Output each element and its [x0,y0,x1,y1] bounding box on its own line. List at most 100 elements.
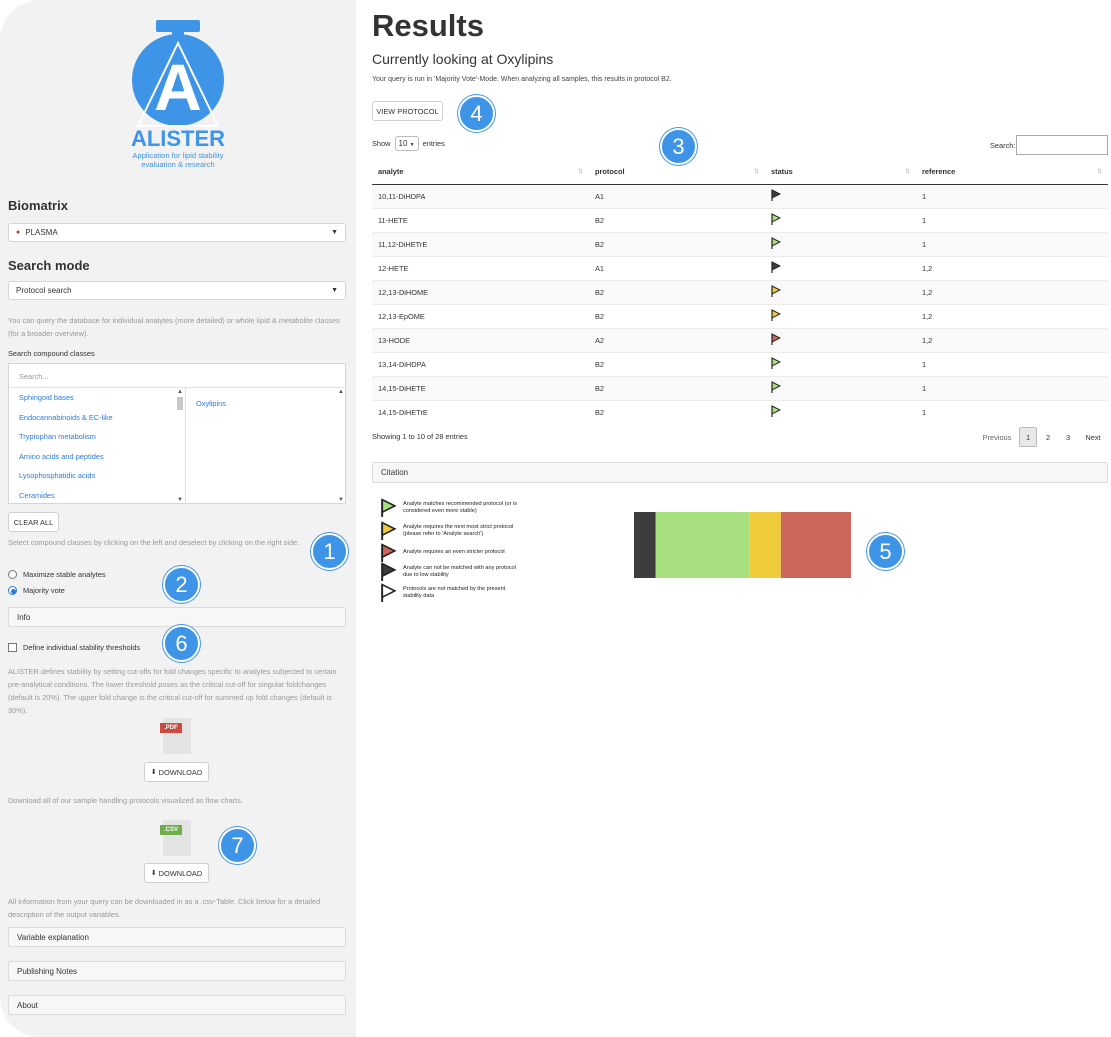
right-list-scrollbar[interactable]: ▲ ▼ [337,388,345,504]
scroll-up-icon[interactable]: ▲ [338,389,344,395]
search-mode-value: Protocol search [16,286,72,295]
table-search-input[interactable] [1016,135,1108,155]
csv-download-button[interactable]: ⬇ DOWNLOAD [144,863,209,883]
table-row[interactable]: 12,13-DiHOME B2 1,2 [372,279,1108,304]
table-row[interactable]: 11,12-DiHETrE B2 1 [372,231,1108,256]
entries-select[interactable]: 10 ▼ [394,136,419,151]
citation-panel[interactable]: Citation [372,462,1108,483]
download-icon: ⬇ [150,769,157,776]
marker-7: 7 [219,827,256,864]
class-item[interactable]: Tryptophan metabolism [9,427,177,447]
show-label: Show [372,139,391,148]
table-row[interactable]: 11-HETE B2 1 [372,207,1108,232]
column-header-status[interactable]: status ⇅ [765,160,916,185]
pdf-hint: Download all of our sample handling prot… [8,796,243,805]
table-row[interactable]: 13,14-DiHDPA B2 1 [372,351,1108,376]
status-cell [765,279,916,304]
column-header-label: protocol [595,167,625,177]
legend-item: Analyte can not be matched with any prot… [380,562,523,581]
reference-cell: 1 [916,399,1108,424]
scroll-down-icon[interactable]: ▼ [177,497,183,503]
radio-maximize-stable[interactable]: Maximize stable analytes [8,570,106,579]
table-header-row: analyte ⇅ protocol ⇅ status ⇅ reference ⇅ [372,160,1108,185]
entries-length-control: Show 10 ▼ entries [372,136,445,151]
checkbox-box[interactable] [8,643,17,652]
caret-down-icon: ▼ [409,142,415,148]
radio-majority-vote[interactable]: Majority vote [8,586,65,595]
status-cell [765,327,916,352]
status-cell [765,399,916,424]
info-panel[interactable]: Info [8,607,346,627]
results-table: analyte ⇅ protocol ⇅ status ⇅ reference ⇅ 10… [372,160,1108,424]
status-cell [765,303,916,328]
black-flag-icon [771,261,782,273]
pagination-page-1[interactable]: 1 [1019,427,1037,447]
analyte-cell: 12-HETE [372,255,589,280]
radio-circle[interactable] [8,570,17,579]
scroll-thumb[interactable] [177,397,183,410]
class-item[interactable]: Lysophosphatidic acids [9,466,177,486]
radio-circle-selected[interactable] [8,586,17,595]
table-row[interactable]: 14,15-DiHETrE B2 1 [372,399,1108,424]
white-flag-icon [381,583,397,602]
green-flag-icon [771,237,782,249]
table-row[interactable]: 13-HODE A2 1,2 [372,327,1108,352]
pagination-page-2[interactable]: 2 [1039,427,1057,447]
thresholds-text: ALISTER defines stability by setting cut… [8,667,337,715]
red-flag-icon [381,543,397,562]
caret-down-icon: ▼ [331,287,338,294]
scroll-down-icon[interactable]: ▼ [338,497,344,503]
table-search-label: Search: [990,141,1016,150]
reference-cell: 1,2 [916,255,1108,280]
view-protocol-button[interactable]: VIEW PROTOCOL [372,101,443,121]
class-item[interactable]: Ceramides [9,486,177,505]
publishing-notes-panel[interactable]: Publishing Notes [8,961,346,981]
pdf-download-button[interactable]: ⬇ DOWNLOAD [144,762,209,782]
status-cell [765,255,916,280]
protocol-cell: B2 [589,351,765,376]
status-cell [765,351,916,376]
marker-6: 6 [163,625,200,662]
table-row[interactable]: 14,15-DiHETE B2 1 [372,375,1108,400]
csv-hint: All information from your query can be d… [8,897,321,919]
protocol-cell: B2 [589,303,765,328]
class-item[interactable]: Endocannabinoids & EC-like [9,408,177,428]
search-mode-select[interactable]: Protocol search ▼ [8,281,346,300]
status-segment-red [780,512,851,578]
biomatrix-select[interactable]: ● PLASMA ▼ [8,223,346,242]
table-row[interactable]: 10,11-DiHDPA A1 1 [372,183,1108,208]
pagination-page-3[interactable]: 3 [1059,427,1077,447]
protocol-cell: A2 [589,327,765,352]
compound-search-input[interactable]: Search... [9,364,345,388]
legend-item: Analyte matches recommended protocol (or… [380,498,523,517]
analyte-cell: 13-HODE [372,327,589,352]
legend-text: Analyte matches recommended protocol (or… [403,500,518,514]
table-row[interactable]: 12-HETE A1 1,2 [372,255,1108,280]
chevron-down-icon: ▼ [331,229,338,236]
logo-letter: A [154,50,202,124]
radio-label: Majority vote [23,586,65,595]
compound-class-picker: Search... Sphingoid bases Endocannabinoi… [8,363,346,504]
thresholds-checkbox[interactable]: Define individual stability thresholds [8,643,140,652]
protocol-cell: B2 [589,207,765,232]
sort-icon: ⇅ [577,169,583,175]
left-list-scrollbar[interactable]: ▲ ▼ [176,388,184,504]
column-header-reference[interactable]: reference ⇅ [916,160,1108,185]
pagination-previous[interactable]: Previous [982,427,1012,447]
column-header-analyte[interactable]: analyte ⇅ [372,160,589,185]
clear-all-button[interactable]: CLEAR ALL [8,512,59,532]
class-item[interactable]: Sphingoid bases [9,388,177,408]
query-mode-note: Your query is run in 'Majority Vote'-Mod… [372,76,672,83]
about-panel[interactable]: About [8,995,346,1015]
scroll-up-icon[interactable]: ▲ [177,389,183,395]
pagination-next[interactable]: Next [1082,427,1104,447]
table-row[interactable]: 12,13-EpOME B2 1,2 [372,303,1108,328]
selected-class-item[interactable]: Oxylipins [186,394,345,413]
marker-2: 2 [163,566,200,603]
sort-icon: ⇅ [753,169,759,175]
green-flag-icon [381,498,397,517]
variable-explanation-panel[interactable]: Variable explanation [8,927,346,947]
marker-1: 1 [311,533,348,570]
entries-value: 10 [398,139,408,148]
class-item[interactable]: Amino acids and peptides [9,447,177,467]
